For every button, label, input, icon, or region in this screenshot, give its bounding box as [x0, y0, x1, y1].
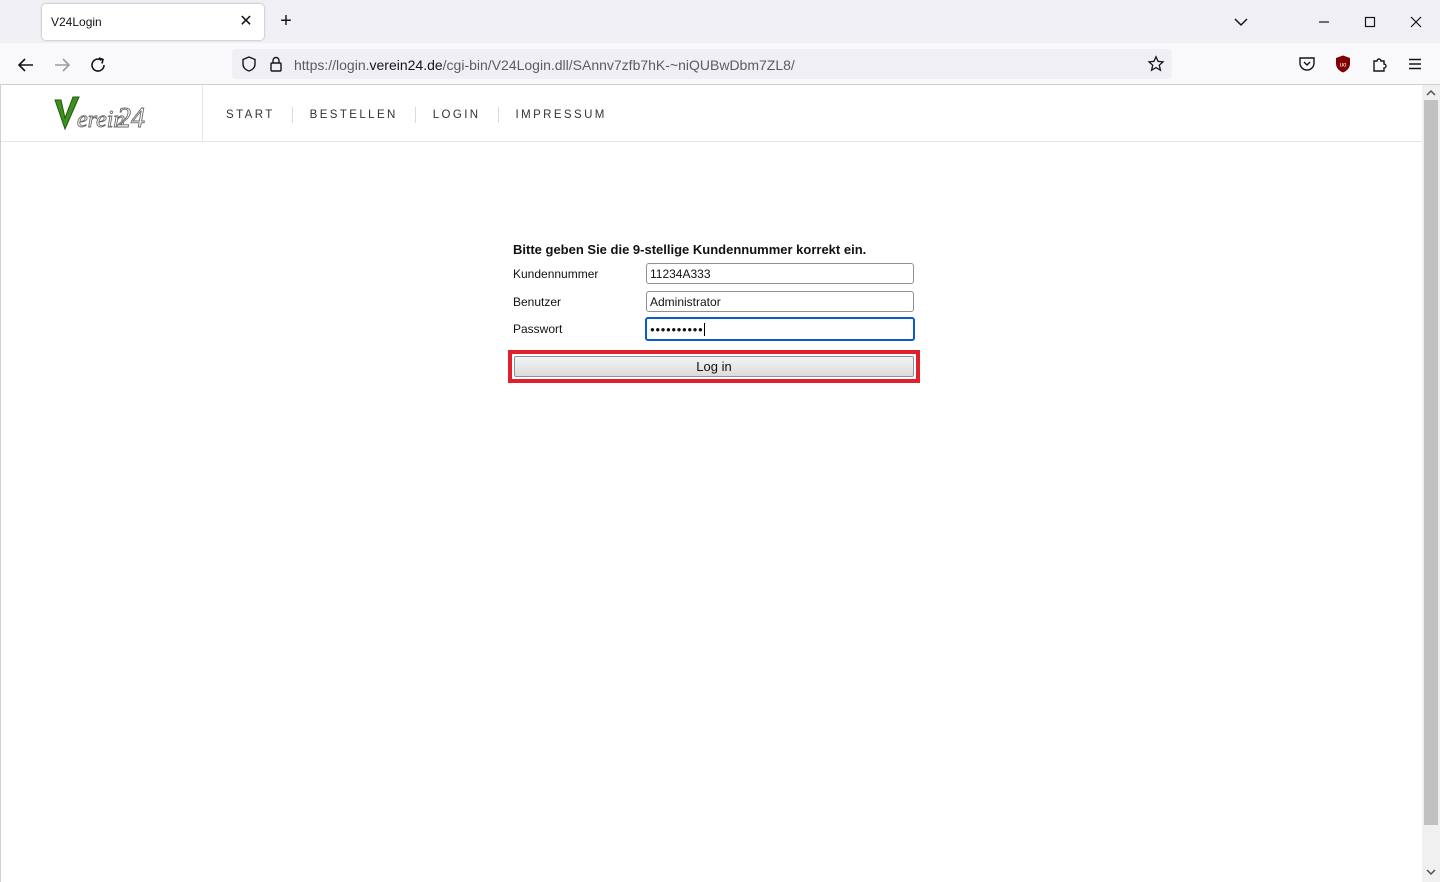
- customer-number-label: Kundennummer: [513, 267, 599, 281]
- password-input[interactable]: ●●●●●●●●●●: [645, 317, 915, 341]
- user-input[interactable]: [646, 291, 914, 312]
- svg-text:uo: uo: [1340, 63, 1347, 69]
- ublock-origin-icon[interactable]: uo: [1333, 54, 1353, 74]
- nav-link-bestellen[interactable]: BESTELLEN: [293, 109, 415, 121]
- forward-arrow-icon[interactable]: [50, 53, 74, 77]
- tab-strip: V24Login ✕ +: [0, 0, 1440, 43]
- verein24-logo-graphic: erein 24: [54, 96, 145, 134]
- tab-close-icon[interactable]: ✕: [236, 12, 256, 32]
- hamburger-menu-icon[interactable]: [1405, 54, 1425, 74]
- reload-icon[interactable]: [86, 53, 110, 77]
- site-navigation: START BESTELLEN LOGIN IMPRESSUM: [209, 105, 624, 125]
- scroll-thumb[interactable]: [1424, 100, 1438, 825]
- customer-number-input[interactable]: [646, 263, 914, 284]
- bookmark-star-icon[interactable]: [1147, 55, 1165, 73]
- scroll-up-arrow-icon[interactable]: [1425, 88, 1437, 98]
- list-all-tabs-icon[interactable]: [1231, 12, 1251, 32]
- text-caret: [704, 323, 706, 337]
- password-mask: ●●●●●●●●●●: [650, 325, 704, 334]
- close-window-button[interactable]: [1402, 8, 1430, 36]
- nav-link-impressum[interactable]: IMPRESSUM: [499, 109, 624, 121]
- nav-link-login[interactable]: LOGIN: [416, 109, 498, 121]
- new-tab-button[interactable]: +: [275, 10, 297, 32]
- url-domain: verein24.de: [369, 57, 443, 73]
- url-text[interactable]: https://login.verein24.de/cgi-bin/V24Log…: [294, 57, 795, 73]
- form-heading: Bitte geben Sie die 9-stellige Kundennum…: [513, 242, 867, 257]
- tab-title: V24Login: [51, 15, 102, 29]
- shield-icon[interactable]: [240, 55, 258, 73]
- tab-v24login[interactable]: V24Login ✕: [42, 4, 264, 40]
- browser-window: V24Login ✕ + https://login.verein24.de/c…: [0, 0, 1440, 882]
- extensions-puzzle-icon[interactable]: [1370, 54, 1390, 74]
- login-button[interactable]: Log in: [514, 356, 914, 377]
- maximize-button[interactable]: [1356, 8, 1384, 36]
- password-label: Passwort: [513, 322, 563, 336]
- user-label: Benutzer: [513, 295, 562, 309]
- nav-link-start[interactable]: START: [209, 109, 292, 121]
- page-viewport: erein 24 START BESTELLEN LOGIN IMPRESSUM…: [0, 85, 1423, 882]
- url-prefix: https://login.: [294, 57, 370, 73]
- minimize-button[interactable]: [1310, 8, 1338, 36]
- lock-icon[interactable]: [267, 55, 285, 73]
- svg-text:24: 24: [117, 103, 145, 134]
- url-bar[interactable]: https://login.verein24.de/cgi-bin/V24Log…: [232, 49, 1172, 79]
- url-path: /cgi-bin/V24Login.dll/SAnnv7zfb7hK-~niQU…: [442, 57, 795, 73]
- vertical-scrollbar[interactable]: [1422, 85, 1440, 882]
- back-arrow-icon[interactable]: [14, 53, 38, 77]
- logo[interactable]: erein 24: [1, 85, 203, 142]
- navigation-toolbar: https://login.verein24.de/cgi-bin/V24Log…: [0, 43, 1440, 85]
- pocket-icon[interactable]: [1297, 54, 1317, 74]
- scroll-down-arrow-icon[interactable]: [1425, 867, 1437, 877]
- site-header: erein 24 START BESTELLEN LOGIN IMPRESSUM: [1, 85, 1423, 142]
